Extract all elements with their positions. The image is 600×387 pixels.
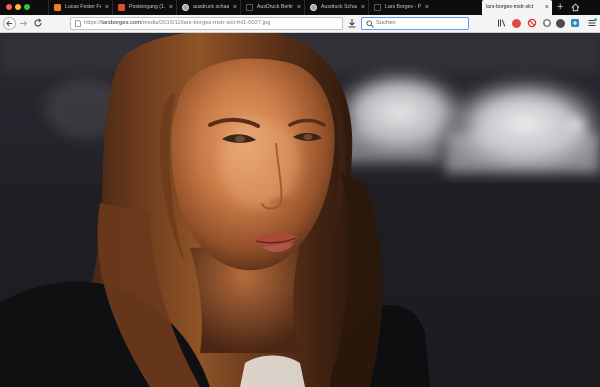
tab-close-icon[interactable]: × [169,0,173,15]
close-window-button[interactable] [6,4,12,10]
tab-ausdruck-berlin[interactable]: AusDruck Berlin - Digit × [240,0,304,15]
minimize-window-button[interactable] [15,4,21,10]
orange-square-icon [54,3,61,11]
shield-icon[interactable] [542,18,552,28]
tab-title: Lars Borges - Photogr [385,4,421,10]
forward-button[interactable] [17,17,30,30]
search-input[interactable]: Suchen [361,16,469,30]
tab-posteingang[interactable]: Posteingang (1.560) × [112,0,176,15]
page-info-icon[interactable] [75,20,81,27]
address-text: https://larsborges.com/media/2016/11/lar… [84,18,270,29]
arrow-right-icon [20,20,28,26]
tab-title: Posteingang (1.560) [129,4,165,10]
tab-close-icon[interactable]: × [361,0,365,15]
library-icon[interactable] [497,18,507,28]
blank-page-icon [246,3,253,11]
tab-close-icon[interactable]: × [233,0,237,15]
account-icon[interactable] [556,18,565,28]
globe-icon [182,3,189,11]
blank-page-icon [374,3,381,11]
tab-title: lars-borges-mstr-slct [486,4,534,10]
search-placeholder: Suchen [376,19,396,26]
tab-close-icon[interactable]: × [545,0,549,15]
hamburger-menu-icon[interactable] [587,18,597,28]
block-extension-icon[interactable] [527,18,537,28]
portrait-photo [0,33,600,387]
image-viewer[interactable] [0,33,600,387]
nav-toolbar: https://larsborges.com/media/2016/11/lar… [0,15,600,33]
reload-icon[interactable] [33,18,43,28]
url-host: larsborges.com [101,19,142,26]
download-icon[interactable] [347,18,357,28]
mail-icon [118,3,125,11]
tab-ausdruck-schaarre-2[interactable]: Ausdruck Schaarre × [304,0,368,15]
url-path: /media/2016/11/lars-borges-mstr-slct-fnl… [141,19,271,26]
new-tab-button[interactable]: + [557,0,563,15]
home-icon[interactable] [571,3,580,12]
tab-strip: Lucas Fester Feeds × Posteingang (1.560)… [0,0,600,15]
sync-icon[interactable] [570,18,580,28]
back-button[interactable] [3,16,16,30]
tab-active-image[interactable]: lars-borges-mstr-slct × [482,0,552,15]
globe-icon [310,3,317,11]
adblock-icon[interactable] [512,18,521,28]
tab-title: Lucas Fester Feeds [65,4,101,10]
tab-close-icon[interactable]: × [297,0,301,15]
tab-ausdruck-schaarre[interactable]: ausdruck schaarre × [176,0,240,15]
arrow-left-icon [6,20,12,26]
tab-lars-borges[interactable]: Lars Borges - Photogr × [368,0,432,15]
tab-close-icon[interactable]: × [105,0,109,15]
tab-close-icon[interactable]: × [425,0,429,15]
tab-title: ausdruck schaarre [193,4,229,10]
maximize-window-button[interactable] [24,4,30,10]
tab-lucas-fester[interactable]: Lucas Fester Feeds × [48,0,112,15]
address-bar[interactable]: https://larsborges.com/media/2016/11/lar… [70,16,343,30]
tab-title: AusDruck Berlin - Digit [257,4,293,10]
search-icon [366,19,374,28]
url-prefix: https:// [84,19,102,26]
tab-title: Ausdruck Schaarre [321,4,357,10]
